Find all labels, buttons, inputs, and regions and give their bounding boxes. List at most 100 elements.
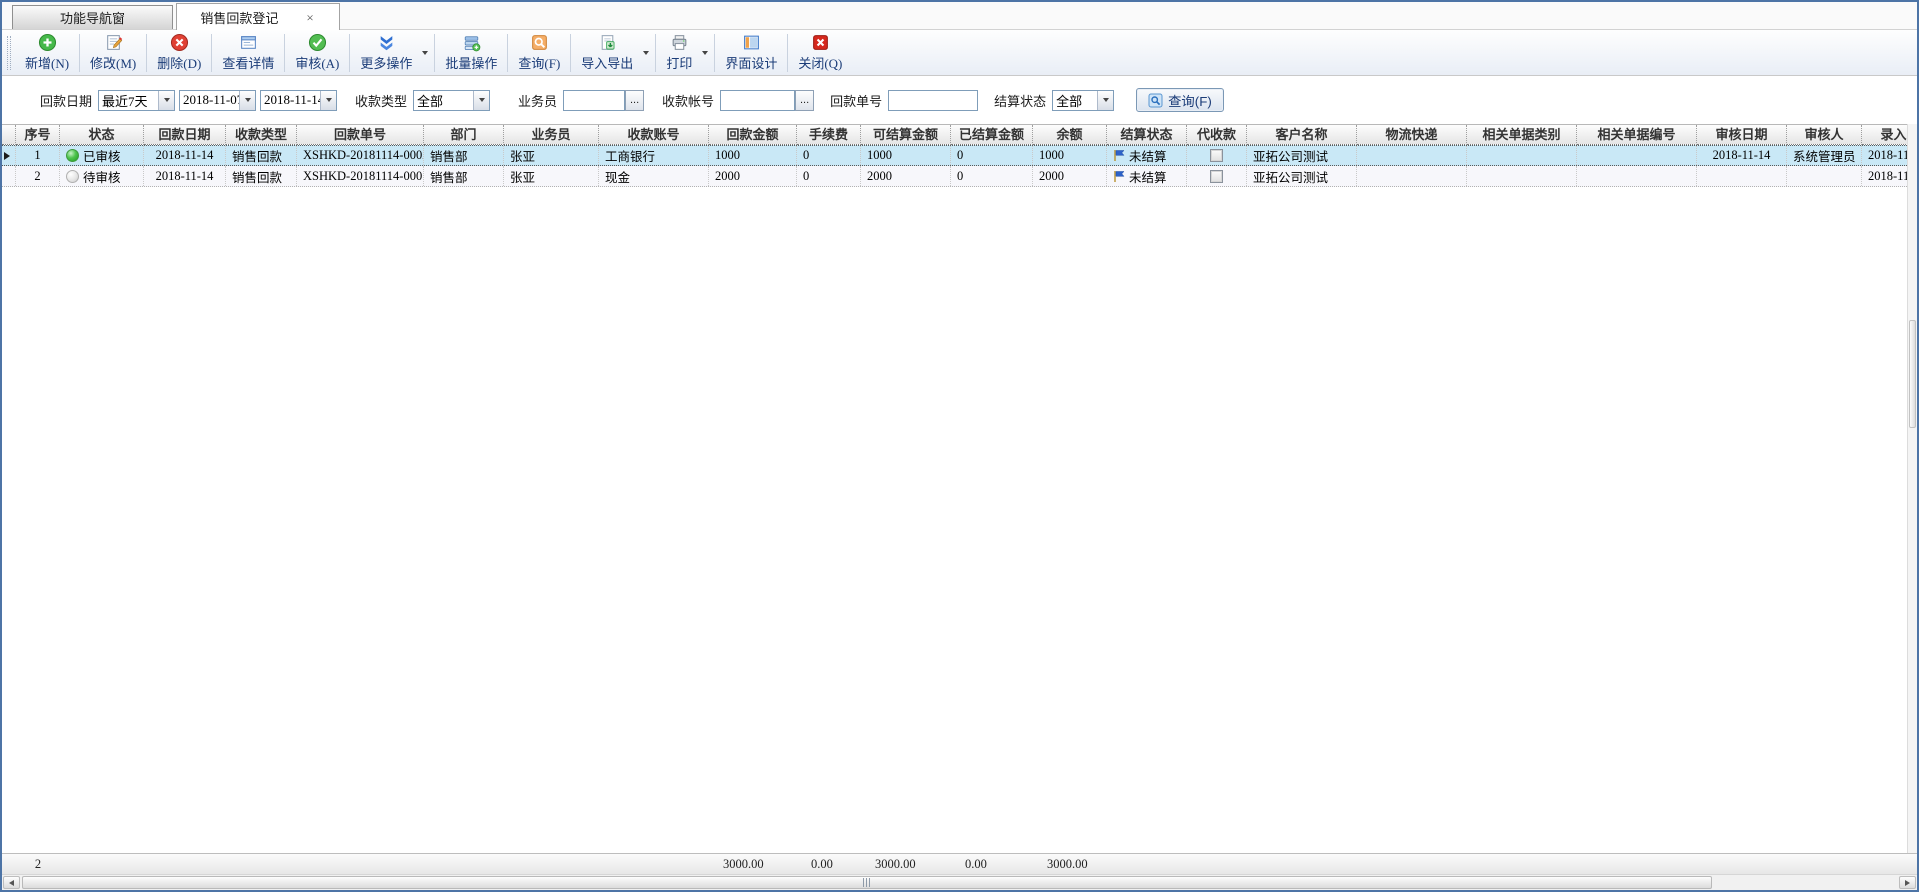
tab-close-icon[interactable]: × [304, 11, 315, 24]
cell-seq[interactable]: 2 [16, 166, 60, 186]
table-row[interactable]: 1已审核2018-11-14销售回款XSHKD-20181114-0002销售部… [2, 145, 1917, 166]
header-cell-doc_type[interactable]: 相关单据类别 [1467, 125, 1577, 145]
cell-dept[interactable]: 销售部 [424, 166, 504, 186]
cell-settle_status[interactable]: 未结算 [1107, 166, 1187, 186]
header-cell-collection[interactable]: 代收款 [1187, 125, 1247, 145]
header-cell-salesman[interactable]: 业务员 [504, 125, 599, 145]
salesman-picker-button[interactable]: ... [625, 90, 644, 111]
cell-collection[interactable] [1187, 146, 1247, 165]
cell-settled[interactable]: 0 [951, 166, 1033, 186]
print-button[interactable]: 打印 [657, 32, 701, 74]
header-cell-balance[interactable]: 余额 [1033, 125, 1107, 145]
header-cell-customer[interactable]: 客户名称 [1247, 125, 1357, 145]
cell-salesman[interactable]: 张亚 [504, 166, 599, 186]
query-button[interactable]: 查询(F) [1136, 88, 1224, 112]
cell-doc_type[interactable] [1467, 146, 1577, 165]
cell-settled[interactable]: 0 [951, 146, 1033, 165]
account-input[interactable] [720, 90, 795, 111]
vertical-scrollbar[interactable] [1907, 124, 1917, 853]
header-cell-settle_status[interactable]: 结算状态 [1107, 125, 1187, 145]
combo-arrow-button[interactable] [473, 91, 489, 110]
account-picker-button[interactable]: ... [795, 90, 814, 111]
cell-fee[interactable]: 0 [797, 146, 861, 165]
header-cell-account[interactable]: 收款账号 [599, 125, 709, 145]
ui-design-button[interactable]: 界面设计 [716, 32, 786, 74]
cell-customer[interactable]: 亚拓公司测试 [1247, 166, 1357, 186]
cell-salesman[interactable]: 张亚 [504, 146, 599, 165]
cell-settle_status[interactable]: 未结算 [1107, 146, 1187, 165]
header-cell-auditor[interactable]: 审核人 [1787, 125, 1862, 145]
header-cell-fee[interactable]: 手续费 [797, 125, 861, 145]
billno-input[interactable] [888, 90, 978, 111]
cell-audit_date[interactable] [1697, 166, 1787, 186]
batch-actions-button[interactable]: 批量操作 [436, 32, 506, 74]
type-select[interactable]: 全部 [413, 90, 490, 111]
view-detail-button[interactable]: 查看详情 [213, 32, 283, 74]
header-cell-date[interactable]: 回款日期 [144, 125, 226, 145]
scroll-left-button[interactable] [3, 876, 20, 889]
cell-settleable[interactable]: 2000 [861, 166, 951, 186]
horizontal-scrollbar-thumb[interactable] [22, 876, 1712, 889]
cell-customer[interactable]: 亚拓公司测试 [1247, 146, 1357, 165]
combo-arrow-button[interactable] [239, 91, 255, 110]
salesman-input[interactable] [563, 90, 625, 111]
cell-date[interactable]: 2018-11-14 [144, 146, 226, 165]
cell-status[interactable]: 已审核 [60, 146, 144, 165]
delete-button[interactable]: 删除(D) [148, 32, 210, 74]
cell-doc_no[interactable] [1577, 146, 1697, 165]
header-cell-logistics[interactable]: 物流快递 [1357, 125, 1467, 145]
toolbar-grip-handle[interactable] [7, 36, 11, 70]
header-cell-billno[interactable]: 回款单号 [297, 125, 424, 145]
scroll-right-button[interactable] [1899, 876, 1916, 889]
date-range-select[interactable]: 最近7天 [98, 90, 175, 111]
add-button[interactable]: 新增(N) [16, 32, 78, 74]
header-cell-settleable[interactable]: 可结算金额 [861, 125, 951, 145]
vertical-scrollbar-thumb[interactable] [1909, 320, 1916, 428]
cell-amount[interactable]: 2000 [709, 166, 797, 186]
tab-sales-payment[interactable]: 销售回款登记 × [176, 3, 340, 30]
header-cell-type[interactable]: 收款类型 [226, 125, 297, 145]
print-dropdown[interactable] [701, 32, 713, 74]
table-row[interactable]: 2待审核2018-11-14销售回款XSHKD-20181114-0001销售部… [2, 166, 1917, 187]
combo-arrow-button[interactable] [158, 91, 174, 110]
cell-audit_date[interactable]: 2018-11-14 [1697, 146, 1787, 165]
collection-checkbox[interactable] [1210, 170, 1223, 183]
cell-logistics[interactable] [1357, 146, 1467, 165]
cell-date[interactable]: 2018-11-14 [144, 166, 226, 186]
cell-logistics[interactable] [1357, 166, 1467, 186]
cell-billno[interactable]: XSHKD-20181114-0001 [297, 166, 424, 186]
header-cell-seq[interactable]: 序号 [16, 125, 60, 145]
cell-collection[interactable] [1187, 166, 1247, 186]
cell-doc_no[interactable] [1577, 166, 1697, 186]
header-cell-amount[interactable]: 回款金额 [709, 125, 797, 145]
query-toolbar-button[interactable]: 查询(F) [509, 32, 569, 74]
cell-billno[interactable]: XSHKD-20181114-0002 [297, 146, 424, 165]
header-cell-status[interactable]: 状态 [60, 125, 144, 145]
import-export-button[interactable]: 导入导出 [572, 32, 642, 74]
cell-auditor[interactable] [1787, 166, 1862, 186]
cell-amount[interactable]: 1000 [709, 146, 797, 165]
horizontal-scrollbar[interactable] [2, 874, 1917, 890]
header-cell-doc_no[interactable]: 相关单据编号 [1577, 125, 1697, 145]
cell-status[interactable]: 待审核 [60, 166, 144, 186]
date-to-select[interactable]: 2018-11-14 [260, 90, 337, 111]
cell-balance[interactable]: 2000 [1033, 166, 1107, 186]
cell-settleable[interactable]: 1000 [861, 146, 951, 165]
cell-type[interactable]: 销售回款 [226, 146, 297, 165]
date-from-select[interactable]: 2018-11-07 [179, 90, 256, 111]
more-actions-button[interactable]: 更多操作 [351, 32, 421, 74]
audit-button[interactable]: 审核(A) [286, 32, 348, 74]
cell-dept[interactable]: 销售部 [424, 146, 504, 165]
import-export-dropdown[interactable] [642, 32, 654, 74]
combo-arrow-button[interactable] [320, 91, 336, 110]
combo-arrow-button[interactable] [1097, 91, 1113, 110]
more-actions-dropdown[interactable] [421, 32, 433, 74]
collection-checkbox[interactable] [1210, 149, 1223, 162]
header-cell-settled[interactable]: 已结算金额 [951, 125, 1033, 145]
cell-account[interactable]: 工商银行 [599, 146, 709, 165]
edit-button[interactable]: 修改(M) [81, 32, 145, 74]
header-cell-dept[interactable]: 部门 [424, 125, 504, 145]
cell-auditor[interactable]: 系统管理员 [1787, 146, 1862, 165]
settle-select[interactable]: 全部 [1052, 90, 1114, 111]
cell-balance[interactable]: 1000 [1033, 146, 1107, 165]
